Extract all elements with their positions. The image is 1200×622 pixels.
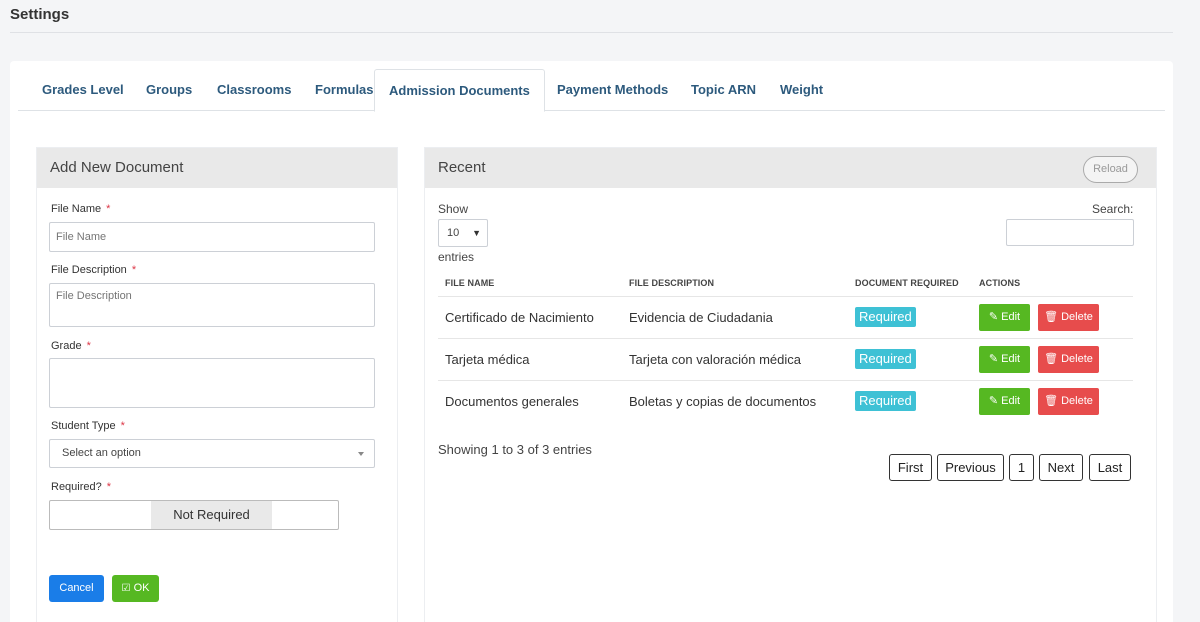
reload-button[interactable]: Reload (1083, 156, 1138, 183)
column-header-document-required[interactable]: DOCUMENT REQUIRED (855, 278, 959, 288)
pagination-first[interactable]: First (889, 454, 932, 481)
page-length-select[interactable]: 10 ▼ (438, 219, 488, 247)
pagination-next[interactable]: Next (1039, 454, 1083, 481)
required-label: Required? * (51, 481, 112, 493)
grade-label: Grade * (51, 340, 91, 352)
edit-button[interactable]: ✎ Edit (979, 346, 1030, 373)
cell-file-description: Boletas y copias de documentos (629, 394, 817, 409)
page-title: Settings (10, 6, 70, 23)
cell-file-description: Evidencia de Ciudadania (629, 310, 773, 325)
delete-label: Delete (1061, 395, 1093, 407)
edit-label: Edit (1001, 395, 1021, 407)
delete-label: Delete (1061, 311, 1093, 323)
status-badge: Required (855, 391, 916, 411)
tab-admission-documents[interactable]: Admission Documents (374, 69, 545, 112)
file-name-label: File Name * (51, 203, 111, 215)
ok-button[interactable]: ☑ OK (112, 575, 159, 602)
pagination-previous[interactable]: Previous (937, 454, 1004, 481)
row-divider (438, 380, 1133, 381)
tab-grades-level[interactable]: Grades Level (28, 69, 138, 111)
delete-button[interactable]: 🗑 Delete (1038, 304, 1099, 331)
edit-button[interactable]: ✎ Edit (979, 388, 1030, 415)
student-type-select[interactable]: Select an option (49, 439, 375, 468)
delete-button[interactable]: 🗑 Delete (1038, 346, 1099, 373)
edit-icon: ✎ (988, 353, 999, 365)
recent-heading: Recent (425, 148, 1156, 188)
student-type-value: Select an option (62, 447, 141, 459)
chevron-down-icon (358, 452, 364, 456)
pagination-last[interactable]: Last (1089, 454, 1131, 481)
cell-file-name: Certificado de Nacimiento (445, 310, 594, 325)
tab-groups[interactable]: Groups (132, 69, 206, 111)
edit-icon: ✎ (988, 311, 999, 323)
cell-file-description: Tarjeta con valoración médica (629, 352, 801, 367)
cell-file-name: Tarjeta médica (445, 352, 530, 367)
required-marker: * (86, 340, 91, 352)
trash-icon: 🗑 (1044, 395, 1059, 407)
search-label: Search: (1092, 202, 1134, 216)
add-document-heading: Add New Document (37, 148, 397, 188)
tab-bar: Grades Level Groups Classrooms Formulas … (18, 69, 1165, 112)
trash-icon: 🗑 (1044, 353, 1059, 365)
required-toggle[interactable]: Not Required (49, 500, 339, 530)
file-name-input[interactable] (49, 222, 375, 252)
required-marker: * (106, 203, 111, 215)
row-divider (438, 338, 1133, 339)
trash-icon: 🗑 (1044, 311, 1059, 323)
required-marker: * (131, 264, 137, 276)
delete-button[interactable]: 🗑 Delete (1038, 388, 1099, 415)
search-input[interactable] (1006, 219, 1134, 246)
status-badge: Required (855, 349, 916, 369)
check-square-icon: ☑ (121, 583, 131, 594)
edit-icon: ✎ (988, 395, 999, 407)
edit-button[interactable]: ✎ Edit (979, 304, 1030, 331)
required-marker: * (106, 481, 112, 493)
chevron-down-icon: ▼ (472, 228, 481, 238)
entries-label: entries (438, 250, 475, 264)
tab-payment-methods[interactable]: Payment Methods (543, 69, 682, 111)
required-toggle-value: Not Required (151, 501, 272, 529)
delete-label: Delete (1061, 353, 1093, 365)
edit-label: Edit (1001, 311, 1021, 323)
edit-label: Edit (1001, 353, 1021, 365)
show-label: Show (438, 202, 469, 216)
tab-weight[interactable]: Weight (766, 69, 837, 111)
tab-classrooms[interactable]: Classrooms (203, 69, 305, 111)
file-description-label: File Description * (51, 264, 137, 276)
column-header-file-description[interactable]: FILE DESCRIPTION (629, 278, 714, 288)
column-header-actions: ACTIONS (979, 278, 1021, 288)
student-type-label: Student Type * (51, 420, 125, 432)
status-badge: Required (855, 307, 916, 327)
title-divider (10, 32, 1173, 33)
grade-field[interactable] (49, 358, 375, 408)
cancel-button[interactable]: Cancel (49, 575, 104, 602)
table-summary: Showing 1 to 3 of 3 entries (438, 442, 592, 457)
pagination-page-1[interactable]: 1 (1009, 454, 1034, 481)
ok-label: OK (133, 582, 150, 594)
row-divider (438, 296, 1133, 297)
file-description-input[interactable] (49, 283, 375, 327)
required-marker: * (120, 420, 125, 432)
cell-file-name: Documentos generales (445, 394, 579, 409)
column-header-file-name[interactable]: FILE NAME (445, 278, 494, 288)
tab-topic-arn[interactable]: Topic ARN (677, 69, 770, 111)
page-length-value: 10 (447, 227, 460, 239)
